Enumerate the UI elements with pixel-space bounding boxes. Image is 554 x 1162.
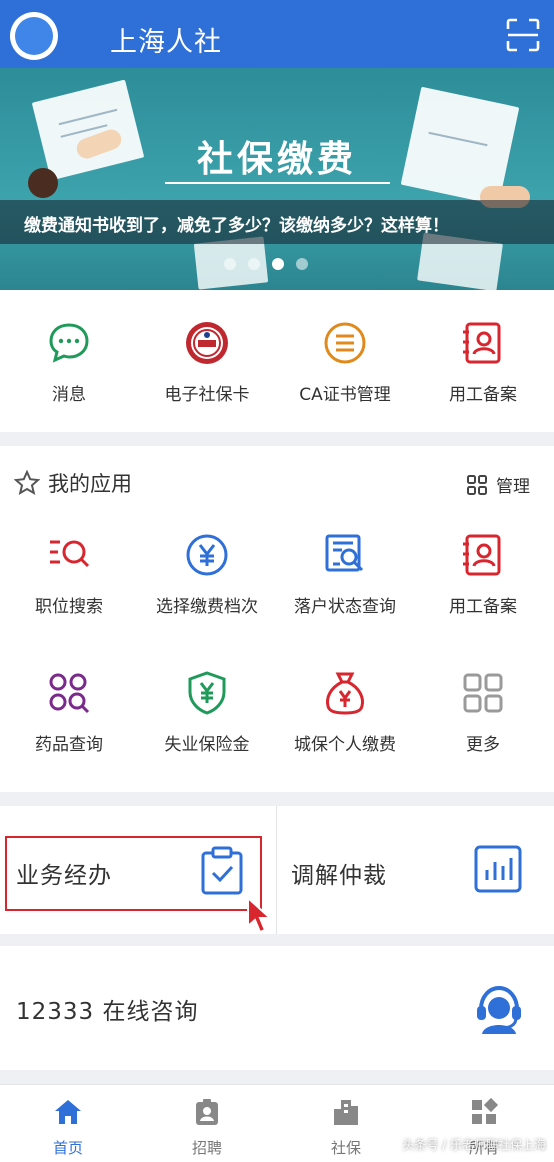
building-icon	[334, 1100, 358, 1125]
app-label: 用工备案	[449, 597, 517, 617]
promo-banner[interactable]: 社保缴费 缴费通知书收到了，减免了多少？该缴纳多少？这样算！	[0, 68, 554, 290]
carousel-dot[interactable]	[296, 258, 308, 270]
app-job-search[interactable]: 职位搜索	[0, 532, 138, 617]
scan-icon[interactable]	[506, 18, 540, 52]
banner-caption: 缴费通知书收到了，减免了多少？该缴纳多少？这样算！	[24, 216, 449, 236]
quick-action-label: CA证书管理	[299, 385, 391, 405]
job-search-icon	[50, 540, 90, 568]
nav-label: 招聘	[191, 1139, 222, 1157]
nav-home[interactable]: 首页	[18, 1097, 118, 1158]
my-apps-title: 我的应用	[48, 472, 132, 496]
bar-chart-icon	[474, 845, 522, 893]
my-apps-header: 我的应用	[14, 468, 132, 498]
nav-label: 首页	[52, 1139, 83, 1157]
medicine-search-icon	[49, 673, 90, 714]
manage-label: 管理	[496, 477, 530, 497]
recruit-badge-icon	[196, 1099, 218, 1125]
my-apps-section: 我的应用 管理 职位搜索 选择缴费档次 落户状态查询 用工备案 药品查询 失业保…	[0, 446, 554, 792]
chat-bubble-icon	[49, 323, 89, 363]
social-security-badge-icon	[186, 322, 228, 364]
app-personal-payment[interactable]: 城保个人缴费	[276, 670, 414, 755]
app-payment-level[interactable]: 选择缴费档次	[138, 532, 276, 617]
quick-action-messages[interactable]: 消息	[0, 320, 138, 405]
employment-record-icon	[463, 322, 501, 364]
app-label: 城保个人缴费	[294, 735, 396, 755]
nav-recruit[interactable]: 招聘	[157, 1097, 257, 1158]
all-apps-icon	[472, 1097, 499, 1124]
carousel-dot[interactable]	[272, 258, 284, 270]
app-title: 上海人社	[110, 27, 222, 58]
avatar-image	[15, 17, 53, 55]
online-consult-card[interactable]: 12333 在线咨询	[0, 946, 554, 1070]
banner-title: 社保缴费	[196, 139, 357, 180]
online-consult-label: 12333 在线咨询	[16, 999, 199, 1025]
manage-apps-button[interactable]: 管理	[466, 472, 530, 497]
carousel-dot[interactable]	[248, 258, 260, 270]
yuan-shield-icon	[188, 671, 226, 715]
business-card[interactable]: 业务经办	[0, 806, 276, 934]
app-settlement-status[interactable]: 落户状态查询	[276, 532, 414, 617]
quick-action-label: 电子社保卡	[164, 385, 250, 405]
app-label: 失业保险金	[164, 735, 250, 755]
app-label: 药品查询	[35, 735, 103, 755]
star-outline-icon	[14, 470, 40, 496]
avatar[interactable]	[10, 12, 58, 60]
carousel-indicator[interactable]	[224, 258, 308, 270]
nav-social-security[interactable]: 社保	[296, 1097, 396, 1158]
app-more[interactable]: 更多	[414, 670, 552, 755]
watermark: 头条号 / 乐老师聊社保上海	[402, 1138, 546, 1152]
yuan-circle-icon	[186, 534, 228, 576]
carousel-dot[interactable]	[224, 258, 236, 270]
app-medicine-search[interactable]: 药品查询	[0, 670, 138, 755]
nav-label: 社保	[330, 1139, 361, 1157]
app-label: 落户状态查询	[294, 597, 396, 617]
app-unemployment-benefit[interactable]: 失业保险金	[138, 670, 276, 755]
app-employment-record[interactable]: 用工备案	[414, 532, 552, 617]
employment-record-icon	[463, 534, 501, 576]
quick-action-social-card[interactable]: 电子社保卡	[138, 320, 276, 405]
more-grid-icon	[463, 673, 503, 713]
customer-service-headset-icon	[477, 985, 521, 1034]
quick-action-label: 用工备案	[449, 385, 517, 405]
pointer-cursor-icon	[247, 896, 272, 934]
app-label: 更多	[466, 735, 500, 755]
quick-action-ca-certificate[interactable]: CA证书管理	[276, 320, 414, 405]
app-label: 选择缴费档次	[156, 597, 258, 617]
mediation-card[interactable]: 调解仲裁	[277, 806, 554, 934]
business-card-label: 业务经办	[16, 863, 112, 889]
mediation-card-label: 调解仲裁	[291, 863, 387, 889]
service-cards: 业务经办 调解仲裁	[0, 806, 554, 934]
money-bag-icon	[326, 672, 364, 715]
quick-action-employment-record[interactable]: 用工备案	[414, 320, 552, 405]
home-icon	[55, 1100, 81, 1124]
app-label: 职位搜索	[35, 597, 103, 617]
grid-icon	[467, 474, 487, 495]
certificate-list-icon	[324, 322, 366, 364]
quick-actions: 消息 电子社保卡 CA证书管理 用工备案	[0, 290, 554, 432]
quick-action-label: 消息	[52, 385, 86, 405]
app-header: 上海人社	[0, 0, 554, 68]
clipboard-check-icon	[201, 846, 243, 895]
document-search-icon	[325, 534, 364, 572]
banner-title-underline	[165, 182, 390, 184]
